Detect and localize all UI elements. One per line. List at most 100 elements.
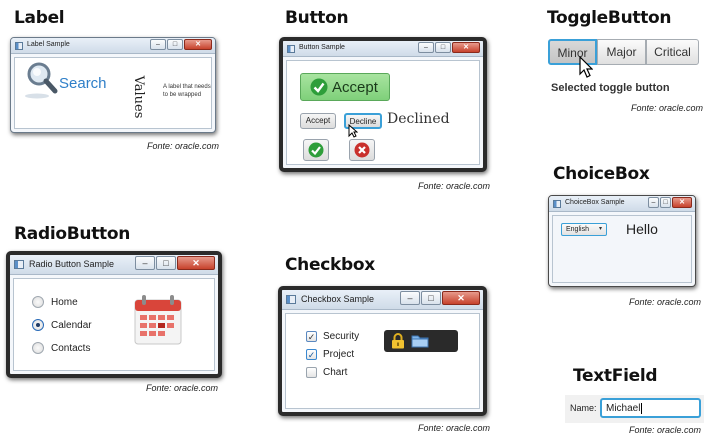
- status-label: Declined: [387, 111, 450, 127]
- close-button[interactable]: ✕: [177, 256, 215, 270]
- window-title: Label Sample: [27, 41, 70, 48]
- name-label: Name:: [570, 403, 597, 413]
- checkbox-security[interactable]: ✓ Security: [306, 331, 359, 342]
- window-content: English ▾ Hello: [552, 215, 692, 283]
- lock-icon: [392, 333, 404, 349]
- title-bar[interactable]: Checkbox Sample – □ ✕: [282, 290, 483, 310]
- checkbox-box: ✓: [306, 331, 317, 342]
- checkbox-box: [306, 367, 317, 378]
- window-content: Accept Accept Decline Declined: [286, 60, 480, 165]
- radio-label: Home: [51, 296, 78, 308]
- title-bar[interactable]: Label Sample – □ ✕: [11, 38, 215, 54]
- maximize-button[interactable]: □: [167, 39, 183, 50]
- radio-label: Contacts: [51, 342, 91, 354]
- checkbox-heading: Checkbox: [285, 255, 375, 275]
- radio-home[interactable]: Home: [32, 296, 78, 308]
- toggle-critical[interactable]: Critical: [646, 39, 699, 65]
- check-icon: [308, 142, 324, 158]
- accept-big-button[interactable]: Accept: [300, 73, 390, 101]
- magnifier-icon: [25, 62, 58, 99]
- checkbox-project[interactable]: ✓ Project: [306, 349, 354, 360]
- minimize-button[interactable]: –: [400, 291, 420, 305]
- radio-contacts[interactable]: Contacts: [32, 342, 90, 354]
- accept-big-label: Accept: [332, 78, 378, 96]
- button-sample-window: Button Sample – □ ✕ Accept Accept Declin…: [279, 37, 487, 172]
- checkbox-label: Project: [323, 349, 355, 360]
- checkbox-label: Security: [323, 331, 360, 342]
- cross-icon: [354, 142, 370, 158]
- maximize-button[interactable]: □: [660, 197, 671, 208]
- radio-indicator: [32, 319, 44, 331]
- app-icon: [15, 42, 23, 50]
- close-button[interactable]: ✕: [452, 42, 480, 53]
- window-content: ✓ Security ✓ Project Chart: [285, 313, 480, 409]
- maximize-button[interactable]: □: [435, 42, 451, 53]
- checkbox-chart[interactable]: Chart: [306, 367, 347, 378]
- radio-label: Calendar: [51, 319, 92, 331]
- accept-small-button[interactable]: Accept: [300, 113, 336, 129]
- label-heading: Label: [14, 8, 65, 28]
- window-title: ChoiceBox Sample: [565, 199, 625, 206]
- window-content: Search Values A label that needs to be w…: [14, 57, 212, 129]
- title-bar[interactable]: ChoiceBox Sample – □ ✕: [549, 196, 695, 212]
- minimize-button[interactable]: –: [648, 197, 659, 208]
- name-text-field[interactable]: Michael: [600, 398, 701, 418]
- checkbox-label: Chart: [323, 367, 348, 378]
- name-field-value: Michael: [606, 403, 643, 414]
- textfield-heading: TextField: [573, 366, 658, 386]
- app-icon: [287, 45, 295, 53]
- wrapped-label: A label that needs to be wrapped: [163, 84, 211, 98]
- cross-icon-button[interactable]: [349, 139, 375, 161]
- source-caption: Fonte: oracle.com: [629, 297, 702, 307]
- close-button[interactable]: ✕: [672, 197, 692, 208]
- folder-icon: [411, 335, 429, 348]
- source-caption: Fonte: oracle.com: [418, 423, 491, 433]
- source-caption: Fonte: oracle.com: [146, 383, 219, 393]
- app-icon: [553, 200, 561, 208]
- window-title: Radio Button Sample: [29, 259, 115, 269]
- check-icon: [310, 78, 328, 96]
- choicebox-heading: ChoiceBox: [553, 164, 650, 184]
- choicebox-value: English: [566, 226, 589, 233]
- choicebox-sample-window: ChoiceBox Sample – □ ✕ English ▾ Hello: [548, 195, 696, 287]
- toggle-major[interactable]: Major: [597, 39, 646, 65]
- radiobutton-heading: RadioButton: [14, 224, 131, 244]
- window-content: Home Calendar Contacts: [13, 278, 215, 371]
- close-button[interactable]: ✕: [184, 39, 212, 50]
- calendar-icon: [134, 295, 182, 345]
- greeting-label: Hello: [626, 221, 658, 237]
- icon-panel: [384, 330, 458, 352]
- checkbox-box: ✓: [306, 349, 317, 360]
- togglebutton-heading: ToggleButton: [547, 8, 672, 28]
- minimize-button[interactable]: –: [418, 42, 434, 53]
- cursor-icon: [348, 124, 358, 138]
- radio-indicator: [32, 342, 44, 354]
- toggle-status-text: Selected toggle button: [551, 82, 670, 94]
- maximize-button[interactable]: □: [421, 291, 441, 305]
- values-label: Values: [131, 75, 146, 119]
- title-bar[interactable]: Radio Button Sample – □ ✕: [10, 255, 218, 275]
- language-choicebox[interactable]: English ▾: [561, 223, 607, 236]
- label-sample-window: Label Sample – □ ✕ Search Values A label…: [10, 37, 216, 133]
- minimize-button[interactable]: –: [135, 256, 155, 270]
- radio-calendar[interactable]: Calendar: [32, 319, 92, 331]
- title-bar[interactable]: Button Sample – □ ✕: [283, 41, 483, 57]
- textfield-panel: Name: Michael: [565, 395, 704, 423]
- search-label: Search: [59, 75, 107, 92]
- button-heading: Button: [285, 8, 349, 28]
- maximize-button[interactable]: □: [156, 256, 176, 270]
- cursor-icon: [579, 56, 593, 78]
- source-caption: Fonte: oracle.com: [418, 181, 491, 191]
- window-title: Button Sample: [299, 44, 345, 51]
- window-title: Checkbox Sample: [301, 294, 375, 304]
- close-button[interactable]: ✕: [442, 291, 480, 305]
- check-icon-button[interactable]: [303, 139, 329, 161]
- minimize-button[interactable]: –: [150, 39, 166, 50]
- radio-indicator: [32, 296, 44, 308]
- source-caption: Fonte: oracle.com: [629, 425, 702, 435]
- radio-sample-window: Radio Button Sample – □ ✕ Home Calendar …: [6, 251, 222, 378]
- checkbox-sample-window: Checkbox Sample – □ ✕ ✓ Security ✓ Proje…: [278, 286, 487, 416]
- chevron-down-icon: ▾: [598, 226, 602, 232]
- app-icon: [14, 260, 24, 269]
- source-caption: Fonte: oracle.com: [147, 141, 220, 151]
